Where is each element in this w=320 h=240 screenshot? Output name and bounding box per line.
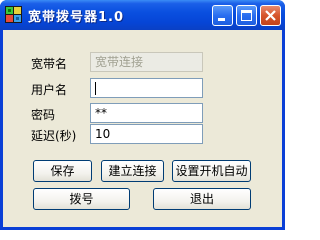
password-label: 密码 xyxy=(31,108,56,122)
text-caret xyxy=(95,82,96,95)
window-title: 宽带拨号器1.0 xyxy=(28,10,125,25)
exit-button[interactable]: 退出 xyxy=(153,188,251,210)
password-value: ** xyxy=(95,106,107,120)
save-button[interactable]: 保存 xyxy=(33,160,92,182)
delay-seconds-label: 延迟(秒) xyxy=(31,129,77,143)
broadband-name-field: 宽带连接 xyxy=(90,52,203,72)
close-button[interactable] xyxy=(260,5,281,26)
dialog-client-area: 宽带名 宽带连接 用户名 密码 ** 延迟(秒) 10 保存 建立连接 设置开机… xyxy=(3,30,282,227)
dial-button[interactable]: 拨号 xyxy=(33,188,130,210)
close-icon xyxy=(265,10,276,21)
create-connection-button[interactable]: 建立连接 xyxy=(101,160,164,182)
username-field[interactable] xyxy=(90,78,203,98)
broadband-name-value: 宽带连接 xyxy=(95,55,144,69)
maximize-icon xyxy=(241,10,252,21)
title-bar[interactable]: 宽带拨号器1.0 xyxy=(0,0,285,30)
delay-seconds-value: 10 xyxy=(95,127,111,141)
password-field[interactable]: ** xyxy=(90,103,203,123)
username-label: 用户名 xyxy=(31,83,68,97)
minimize-icon xyxy=(218,18,225,21)
app-icon xyxy=(5,6,22,23)
minimize-button[interactable] xyxy=(212,5,233,26)
broadband-name-label: 宽带名 xyxy=(31,57,68,71)
set-autostart-button[interactable]: 设置开机自动 xyxy=(172,160,251,182)
app-window: 宽带拨号器1.0 宽带名 宽带连接 用户名 密码 ** 延迟(秒) 10 保存 … xyxy=(0,0,285,230)
delay-seconds-field[interactable]: 10 xyxy=(90,124,203,144)
maximize-button[interactable] xyxy=(236,5,257,26)
